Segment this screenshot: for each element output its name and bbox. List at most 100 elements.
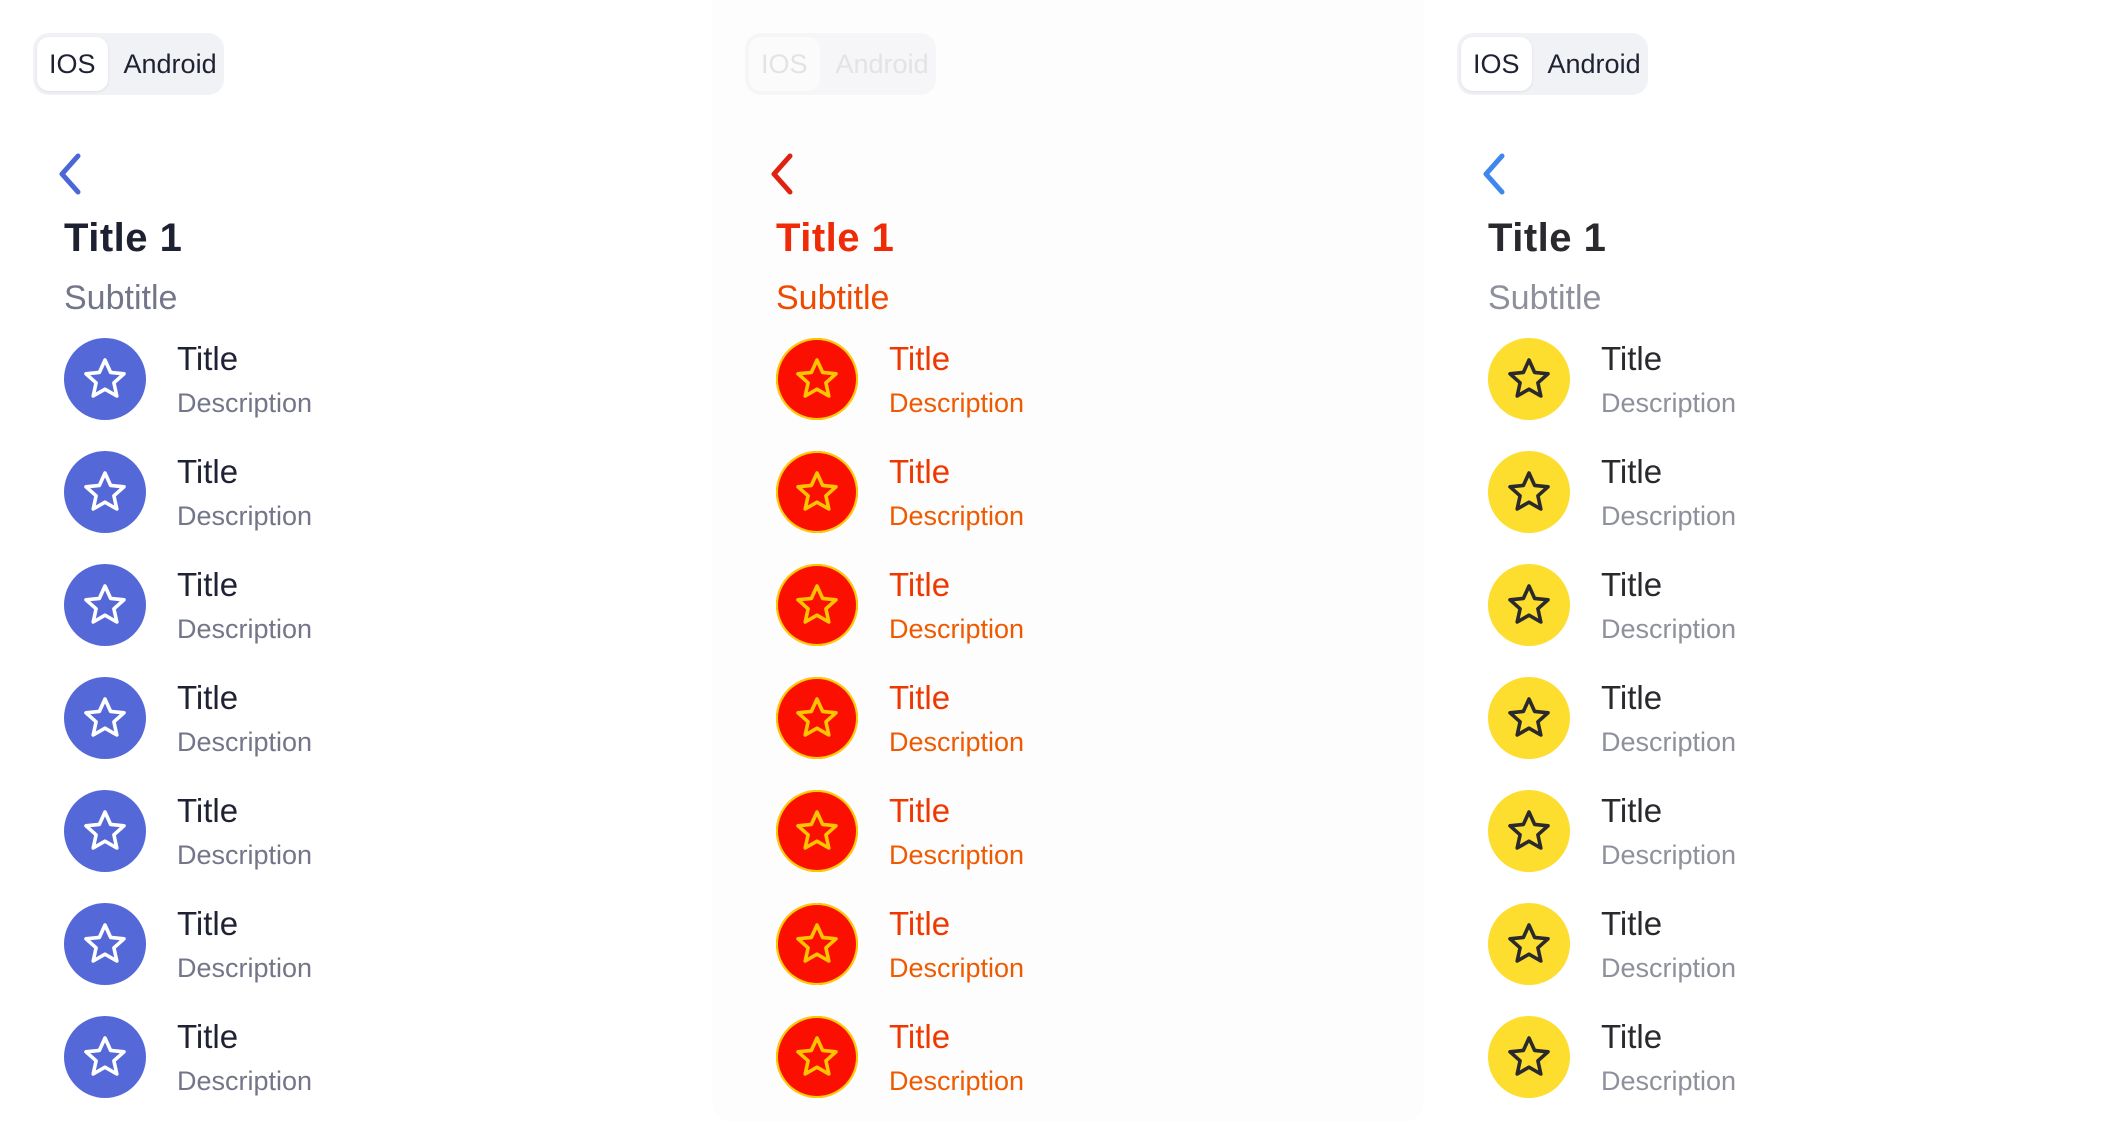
item-avatar <box>1488 903 1570 985</box>
item-avatar <box>776 903 858 985</box>
item-avatar <box>64 1016 146 1098</box>
screen-panel-3: IOS Android Title 1 Subtitle Title Descriptio… <box>1424 0 2112 1122</box>
item-avatar <box>64 564 146 646</box>
star-icon <box>84 584 126 624</box>
item-avatar <box>1488 677 1570 759</box>
star-icon <box>84 923 126 963</box>
item-avatar <box>64 790 146 872</box>
item-description: Description <box>889 840 1025 870</box>
item-title: Title <box>1601 905 1663 942</box>
item-title: Title <box>177 566 239 603</box>
item-description: Description <box>1601 727 1737 757</box>
star-icon <box>84 358 126 398</box>
platform-segmented-control: IOS Android <box>33 33 224 95</box>
platform-segmented-control: IOS Android <box>1457 33 1648 95</box>
star-icon <box>84 1036 126 1076</box>
item-avatar <box>776 677 858 759</box>
segment-android[interactable]: Android <box>1536 37 1653 91</box>
item-description: Description <box>889 727 1025 757</box>
item-title: Title <box>1601 566 1663 603</box>
star-icon <box>1508 810 1550 850</box>
segment-ios[interactable]: IOS <box>749 37 820 91</box>
star-icon <box>796 923 838 963</box>
star-icon <box>84 697 126 737</box>
item-description: Description <box>1601 1066 1737 1096</box>
segment-android[interactable]: Android <box>112 37 229 91</box>
star-icon <box>1508 923 1550 963</box>
item-avatar <box>776 451 858 533</box>
star-icon <box>796 1036 838 1076</box>
item-description: Description <box>889 614 1025 644</box>
star-icon <box>796 697 838 737</box>
item-title: Title <box>177 792 239 829</box>
item-avatar <box>1488 564 1570 646</box>
star-icon <box>1508 471 1550 511</box>
page-subtitle: Subtitle <box>64 279 178 317</box>
page-title: Title 1 <box>1488 216 1607 260</box>
page-title: Title 1 <box>776 216 895 260</box>
screen-panel-2: IOS Android Title 1 Subtitle Title Descriptio… <box>712 0 1424 1122</box>
item-description: Description <box>177 501 313 531</box>
item-description: Description <box>177 727 313 757</box>
segment-android[interactable]: Android <box>824 37 941 91</box>
page-subtitle: Subtitle <box>1488 279 1602 317</box>
star-icon <box>84 810 126 850</box>
star-icon <box>796 584 838 624</box>
item-title: Title <box>889 340 951 377</box>
item-description: Description <box>1601 614 1737 644</box>
item-avatar <box>776 564 858 646</box>
star-icon <box>1508 584 1550 624</box>
platform-segmented-control: IOS Android <box>745 33 936 95</box>
item-avatar <box>776 1016 858 1098</box>
item-title: Title <box>1601 792 1663 829</box>
item-title: Title <box>177 453 239 490</box>
back-chevron-icon[interactable] <box>764 150 800 198</box>
item-description: Description <box>889 388 1025 418</box>
item-description: Description <box>1601 388 1737 418</box>
item-avatar <box>64 677 146 759</box>
item-description: Description <box>889 501 1025 531</box>
item-avatar <box>64 451 146 533</box>
item-avatar <box>1488 338 1570 420</box>
item-title: Title <box>177 340 239 377</box>
item-title: Title <box>177 679 239 716</box>
item-description: Description <box>177 388 313 418</box>
item-title: Title <box>889 792 951 829</box>
item-title: Title <box>889 905 951 942</box>
item-description: Description <box>177 953 313 983</box>
item-avatar <box>64 338 146 420</box>
item-description: Description <box>177 1066 313 1096</box>
star-icon <box>796 810 838 850</box>
item-description: Description <box>889 1066 1025 1096</box>
item-avatar <box>1488 1016 1570 1098</box>
page-title: Title 1 <box>64 216 183 260</box>
item-title: Title <box>1601 679 1663 716</box>
item-title: Title <box>889 679 951 716</box>
item-title: Title <box>1601 340 1663 377</box>
item-title: Title <box>1601 453 1663 490</box>
item-title: Title <box>889 566 951 603</box>
segment-ios[interactable]: IOS <box>37 37 108 91</box>
star-icon <box>796 358 838 398</box>
item-description: Description <box>1601 840 1737 870</box>
item-description: Description <box>177 840 313 870</box>
item-avatar <box>1488 451 1570 533</box>
item-title: Title <box>889 453 951 490</box>
star-icon <box>796 471 838 511</box>
back-chevron-icon[interactable] <box>1476 150 1512 198</box>
item-title: Title <box>177 1018 239 1055</box>
item-avatar <box>776 790 858 872</box>
page-subtitle: Subtitle <box>776 279 890 317</box>
item-description: Description <box>889 953 1025 983</box>
screen-panel-1: IOS Android Title 1 Subtitle Title Descriptio… <box>0 0 712 1122</box>
star-icon <box>1508 697 1550 737</box>
item-description: Description <box>1601 501 1737 531</box>
back-chevron-icon[interactable] <box>52 150 88 198</box>
item-avatar <box>1488 790 1570 872</box>
segment-ios[interactable]: IOS <box>1461 37 1532 91</box>
star-icon <box>1508 1036 1550 1076</box>
star-icon <box>1508 358 1550 398</box>
item-title: Title <box>177 905 239 942</box>
item-avatar <box>64 903 146 985</box>
item-title: Title <box>1601 1018 1663 1055</box>
